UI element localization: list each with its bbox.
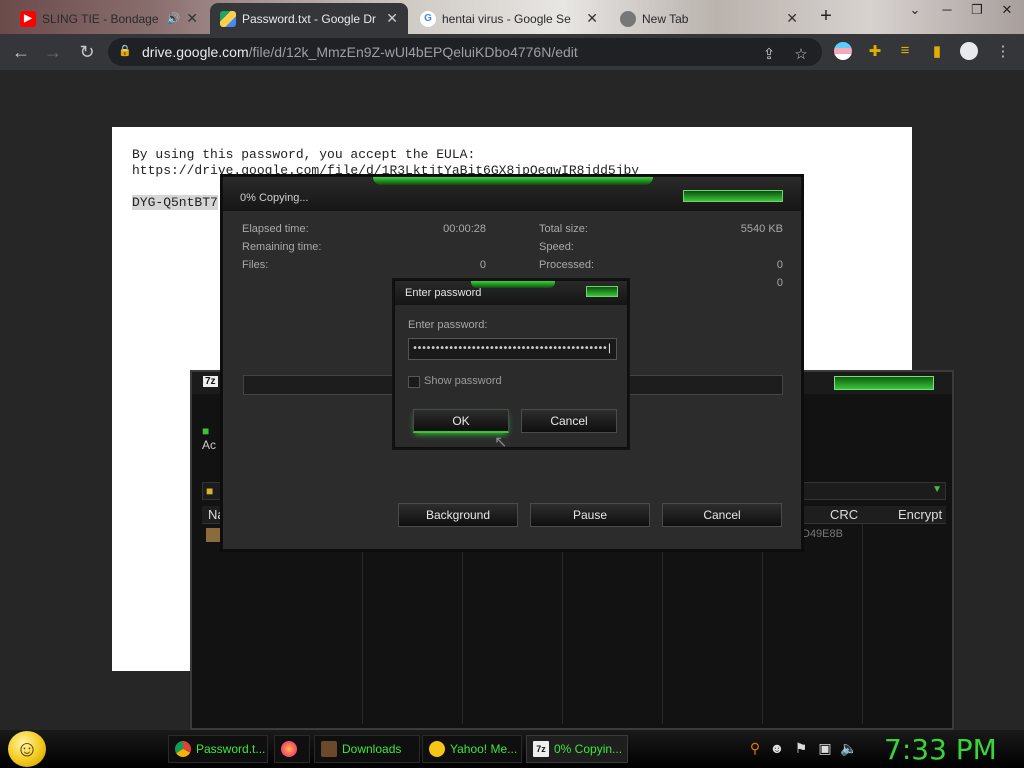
forward-arrow-icon[interactable]: →	[42, 41, 64, 63]
restore-icon[interactable]: ❐	[962, 2, 992, 18]
tab-password-txt[interactable]: Password.txt - Google Dr ✕	[210, 3, 408, 34]
extension-icon[interactable]	[834, 42, 852, 60]
password-dialog: Enter password Enter password: •••••••••…	[394, 280, 628, 448]
taskbar-item-7zip-copying[interactable]: 7z 0% Copyin...	[526, 735, 628, 763]
show-password-checkbox[interactable]	[408, 376, 420, 388]
taskbar-clock[interactable]: 7:33 PM	[884, 733, 997, 766]
reload-icon[interactable]: ↻	[76, 41, 98, 63]
firefox-icon	[281, 741, 297, 757]
taskbar: ☺ Password.t... Downloads Yahoo! Me... 7…	[0, 730, 1024, 768]
ok-button[interactable]: OK	[413, 409, 509, 433]
extensions-puzzle-icon[interactable]: ✚	[866, 42, 884, 60]
yahoo-messenger-icon	[429, 741, 445, 757]
elapsed-label: Elapsed time:	[242, 223, 309, 235]
total-size-label: Total size:	[539, 223, 588, 235]
column-encrypt[interactable]: Encrypt	[898, 507, 942, 522]
add-button[interactable]: ■ Ac	[202, 424, 216, 452]
smiley-icon: ☺	[15, 736, 39, 761]
tab-search-icon[interactable]: ⌄	[900, 2, 930, 18]
remaining-label: Remaining time:	[242, 241, 322, 253]
files-value: 0	[479, 259, 486, 271]
7zip-icon: 7z	[203, 376, 218, 387]
total-size-value: 5540 KB	[740, 223, 783, 235]
tab-title: New Tab	[642, 11, 689, 26]
messenger-tray-icon[interactable]: ☻	[768, 740, 786, 756]
browser-toolbar: ← → ↻ 🔒 drive.google.com/file/d/12k_MmzE…	[0, 34, 1024, 70]
crc-value: D49E8B	[802, 528, 843, 540]
archive-file-icon[interactable]	[206, 528, 220, 542]
url-text: drive.google.com/file/d/12k_MmzEn9Z-wUl4…	[142, 44, 578, 60]
taskbar-item-yahoo[interactable]: Yahoo! Me...	[422, 735, 522, 763]
file-list	[202, 524, 946, 724]
share-icon[interactable]: ⇪	[760, 45, 778, 63]
close-tab-icon[interactable]: ✕	[386, 10, 398, 27]
window-controls[interactable]	[683, 190, 783, 202]
tab-youtube[interactable]: ▶ SLING TIE - Bondage 🔊 ✕	[10, 3, 208, 34]
search-icon[interactable]: ⚲	[746, 740, 764, 757]
youtube-icon: ▶	[20, 10, 36, 27]
taskbar-item-chrome[interactable]: Password.t...	[168, 735, 268, 763]
show-password-label[interactable]: Show password	[424, 375, 502, 387]
speed-label: Speed:	[539, 241, 574, 253]
files-label: Files:	[242, 259, 269, 271]
close-tab-icon[interactable]: ✕	[186, 10, 198, 27]
speaker-icon[interactable]: 🔊	[167, 12, 181, 25]
tab-title: hentai virus - Google Se	[442, 11, 571, 26]
password-titlebar: Enter password	[395, 281, 627, 305]
tab-google-search[interactable]: G hentai virus - Google Se ✕	[410, 3, 608, 34]
bookmark-star-icon[interactable]: ☆	[792, 45, 810, 63]
chrome-icon	[620, 10, 636, 27]
tab-title: Password.txt - Google Dr	[242, 11, 377, 26]
taskbar-item-firefox[interactable]	[274, 735, 310, 763]
password-input[interactable]: ••••••••••••••••••••••••••••••••••••••••…	[408, 338, 617, 360]
elapsed-value: 00:00:28	[443, 223, 486, 235]
window-title: 0% Copying...	[240, 192, 309, 204]
close-tab-icon[interactable]: ✕	[786, 10, 798, 27]
dialog-title: Enter password	[405, 287, 482, 299]
copy-titlebar: 0% Copying...	[223, 177, 801, 211]
profile-avatar-icon[interactable]	[960, 42, 978, 60]
volume-icon[interactable]: 🔈	[840, 740, 858, 757]
background-button[interactable]: Background	[398, 503, 518, 527]
taskbar-item-downloads[interactable]: Downloads	[314, 735, 420, 763]
7zip-icon: 7z	[533, 741, 549, 757]
packed-value: 0	[776, 277, 783, 289]
mouse-cursor-icon: ↖	[494, 434, 508, 451]
dropdown-arrow-icon[interactable]: ▼	[932, 484, 942, 495]
cancel-password-button[interactable]: Cancel	[521, 409, 617, 433]
close-window-icon[interactable]: ✕	[992, 2, 1022, 18]
cancel-copy-button[interactable]: Cancel	[662, 503, 782, 527]
password-label: Enter password:	[408, 319, 488, 331]
processed-value: 0	[776, 259, 783, 271]
address-bar[interactable]: 🔒 drive.google.com/file/d/12k_MmzEn9Z-wU…	[108, 38, 822, 66]
password-text: DYG-Q5ntBT7	[132, 195, 218, 210]
network-icon[interactable]: ▣	[816, 740, 834, 757]
eula-line: By using this password, you accept the E…	[132, 147, 476, 162]
column-crc[interactable]: CRC	[830, 507, 858, 522]
tab-title: SLING TIE - Bondage	[42, 11, 159, 26]
pause-button[interactable]: Pause	[530, 503, 650, 527]
close-tab-icon[interactable]: ✕	[586, 10, 598, 27]
window-controls[interactable]	[834, 376, 934, 390]
google-drive-icon	[220, 10, 236, 27]
back-arrow-icon[interactable]: ←	[10, 41, 32, 63]
start-button[interactable]: ☺	[8, 731, 46, 767]
folder-icon: ■	[206, 484, 214, 498]
menu-dots-icon[interactable]: ⋮	[994, 42, 1012, 60]
tab-new-tab[interactable]: New Tab ✕	[610, 3, 808, 34]
chrome-icon	[175, 741, 191, 757]
processed-label: Processed:	[539, 259, 595, 271]
google-icon: G	[420, 10, 436, 27]
add-icon: ■	[202, 424, 210, 438]
tab-strip: ▶ SLING TIE - Bondage 🔊 ✕ Password.txt -…	[0, 0, 1024, 34]
media-icon[interactable]: ≡	[896, 42, 914, 59]
close-button[interactable]	[586, 286, 618, 297]
action-center-flag-icon[interactable]: ⚑	[792, 740, 810, 757]
side-panel-icon[interactable]: ▮	[928, 42, 946, 60]
new-tab-button[interactable]: +	[815, 6, 837, 28]
minimize-icon[interactable]: ─	[932, 2, 962, 17]
folder-icon	[321, 741, 337, 757]
lock-icon[interactable]: 🔒	[118, 44, 132, 58]
